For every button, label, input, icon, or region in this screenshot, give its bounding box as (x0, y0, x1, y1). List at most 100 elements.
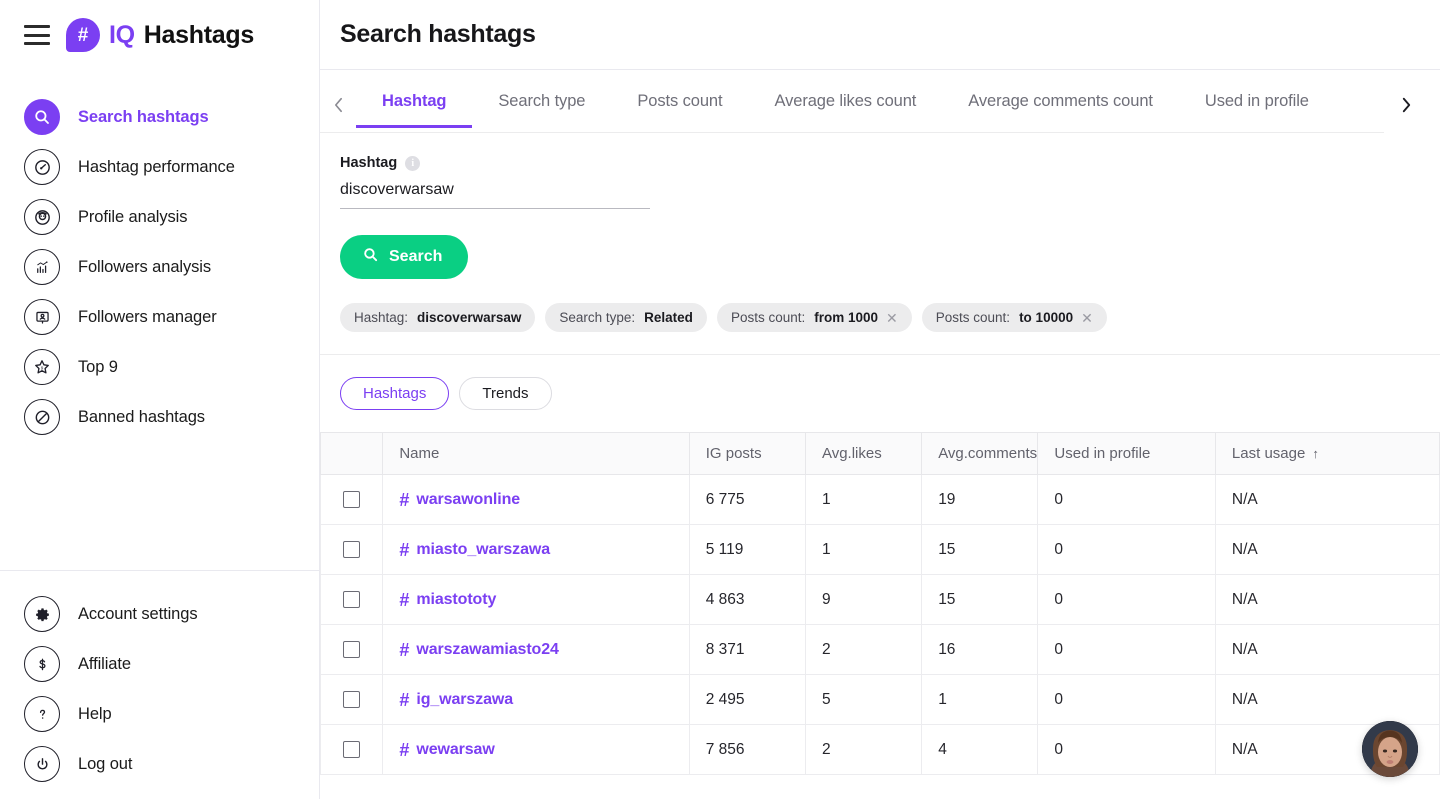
sidebar-item-profile-analysis[interactable]: Profile analysis (0, 192, 319, 242)
row-checkbox[interactable] (343, 741, 361, 758)
row-checkbox[interactable] (343, 491, 361, 508)
hashtag-name: ig_warszawa (416, 690, 514, 708)
row-checkbox[interactable] (343, 691, 361, 708)
hashtag-link[interactable]: # wewarsaw (399, 741, 672, 759)
toggle-trends[interactable]: Trends (459, 377, 552, 410)
hashtag-name: wewarsaw (416, 740, 495, 758)
row-avg-likes: 2 (805, 624, 923, 675)
tab-posts-count[interactable]: Posts count (611, 92, 748, 128)
row-select-cell (320, 624, 384, 675)
row-ig-posts: 6 775 (689, 474, 806, 525)
hashtag-input[interactable] (340, 177, 650, 209)
sidebar-item-top-9[interactable]: 9 Top 9 (0, 342, 319, 392)
row-ig-posts: 4 863 (689, 574, 806, 625)
support-chat-avatar[interactable] (1362, 721, 1418, 777)
tab-used-in-profile[interactable]: Used in profile (1179, 92, 1335, 128)
table-row[interactable]: # warszawamiasto24 8 371 2 16 0 N/A (320, 624, 1440, 675)
row-checkbox[interactable] (343, 591, 361, 608)
hashtag-field-label: Hashtag (340, 155, 398, 171)
hashtag-link[interactable]: # miasto_warszawa (399, 541, 672, 559)
logo-hash-glyph: # (77, 24, 89, 46)
sidebar-item-followers-manager[interactable]: Followers manager (0, 292, 319, 342)
app-root: # IQ Hashtags Search hashtags Hashtag pe… (0, 0, 1440, 799)
tab-average-comments-count[interactable]: Average comments count (942, 92, 1179, 128)
row-ig-posts: 8 371 (689, 624, 806, 675)
hashtag-link[interactable]: # miastototy (399, 591, 672, 609)
column-header-avg-comments[interactable]: Avg.comments (921, 432, 1039, 475)
sidebar-item-label: Hashtag performance (78, 157, 235, 176)
row-name-cell: # warszawamiasto24 (382, 624, 690, 675)
row-last-usage: N/A (1215, 624, 1440, 675)
table-row[interactable]: # warsawonline 6 775 1 19 0 N/A (320, 474, 1440, 525)
row-ig-posts: 5 119 (689, 524, 806, 575)
sidebar-item-label: Log out (78, 754, 133, 773)
hamburger-menu-icon[interactable] (24, 25, 50, 45)
toggle-hashtags[interactable]: Hashtags (340, 377, 450, 410)
sidebar-item-search-hashtags[interactable]: Search hashtags (0, 92, 319, 142)
tab-average-likes-count[interactable]: Average likes count (748, 92, 942, 128)
question-icon (24, 696, 60, 732)
row-avg-likes: 2 (805, 724, 923, 775)
filter-tabs-bar: Hashtag Search type Posts count Average … (320, 70, 1440, 133)
sidebar-item-affiliate[interactable]: Affiliate (0, 639, 319, 689)
hash-icon: # (399, 689, 410, 710)
column-header-ig-posts[interactable]: IG posts (689, 432, 806, 475)
main-content: Search hashtags Hashtag Search type Post… (320, 0, 1440, 799)
row-checkbox[interactable] (343, 641, 361, 658)
sidebar-item-help[interactable]: Help (0, 689, 319, 739)
row-used-in-profile: 0 (1037, 624, 1216, 675)
avatar (1362, 721, 1418, 777)
tabs-scroll-right-icon[interactable] (1388, 92, 1424, 133)
svg-text:9: 9 (41, 366, 44, 371)
gear-icon (24, 596, 60, 632)
row-name-cell: # wewarsaw (382, 724, 690, 775)
chip-remove-icon[interactable]: ✕ (1081, 311, 1093, 325)
column-header-name[interactable]: Name (382, 432, 690, 475)
filter-chip-search-type[interactable]: Search type: Related (545, 303, 707, 332)
sidebar-item-banned-hashtags[interactable]: Banned hashtags (0, 392, 319, 442)
chip-remove-icon[interactable]: ✕ (886, 311, 898, 325)
sidebar-item-account-settings[interactable]: Account settings (0, 589, 319, 639)
filter-chip-hashtag[interactable]: Hashtag: discoverwarsaw (340, 303, 536, 332)
sidebar-item-label: Top 9 (78, 357, 118, 376)
hashtag-name: miastototy (416, 590, 497, 608)
filter-chip-posts-count-from[interactable]: Posts count: from 1000 ✕ (716, 303, 912, 332)
row-ig-posts: 2 495 (689, 674, 806, 725)
filter-chip-posts-count-to[interactable]: Posts count: to 10000 ✕ (921, 303, 1107, 332)
tab-search-type[interactable]: Search type (472, 92, 611, 128)
row-used-in-profile: 0 (1037, 724, 1216, 775)
table-row[interactable]: # ig_warszawa 2 495 5 1 0 N/A (320, 674, 1440, 725)
chip-prefix: Posts count: (935, 310, 1011, 325)
hashtag-link[interactable]: # warszawamiasto24 (399, 641, 672, 659)
table-header-row: Name IG posts Avg.likes Avg.comments Use… (320, 432, 1440, 475)
table-row[interactable]: # miasto_warszawa 5 119 1 15 0 N/A (320, 524, 1440, 575)
hashtag-link[interactable]: # warsawonline (399, 491, 672, 509)
tabs-scroll-left-icon[interactable] (320, 92, 356, 132)
chip-value: discoverwarsaw (417, 310, 522, 325)
search-button[interactable]: Search (340, 235, 469, 279)
hashtag-link[interactable]: # ig_warszawa (399, 691, 672, 709)
brand-iq-text: IQ (109, 20, 135, 49)
tab-hashtag[interactable]: Hashtag (356, 92, 473, 128)
info-icon[interactable]: i (405, 155, 421, 171)
sort-ascending-icon: ↑ (1312, 446, 1319, 461)
sidebar-item-followers-analysis[interactable]: Followers analysis (0, 242, 319, 292)
page-header: Search hashtags (320, 0, 1440, 70)
row-avg-comments: 16 (921, 624, 1039, 675)
id-card-icon (24, 299, 60, 335)
table-row[interactable]: # wewarsaw 7 856 2 4 0 N/A (320, 724, 1440, 775)
table-row[interactable]: # miastototy 4 863 9 15 0 N/A (320, 574, 1440, 625)
chip-prefix: Search type: (559, 310, 636, 325)
sidebar-item-log-out[interactable]: Log out (0, 739, 319, 789)
column-header-used-in-profile[interactable]: Used in profile (1037, 432, 1216, 475)
row-select-cell (320, 674, 384, 725)
column-header-avg-likes[interactable]: Avg.likes (805, 432, 923, 475)
sidebar-item-hashtag-performance[interactable]: Hashtag performance (0, 142, 319, 192)
sidebar-item-label: Profile analysis (78, 207, 188, 226)
brand-name-text: Hashtags (143, 20, 254, 49)
row-last-usage: N/A (1215, 524, 1440, 575)
row-checkbox[interactable] (343, 541, 361, 558)
row-used-in-profile: 0 (1037, 524, 1216, 575)
brand-logo[interactable]: # IQ Hashtags (66, 18, 254, 52)
column-header-last-usage[interactable]: Last usage ↑ (1215, 432, 1440, 475)
